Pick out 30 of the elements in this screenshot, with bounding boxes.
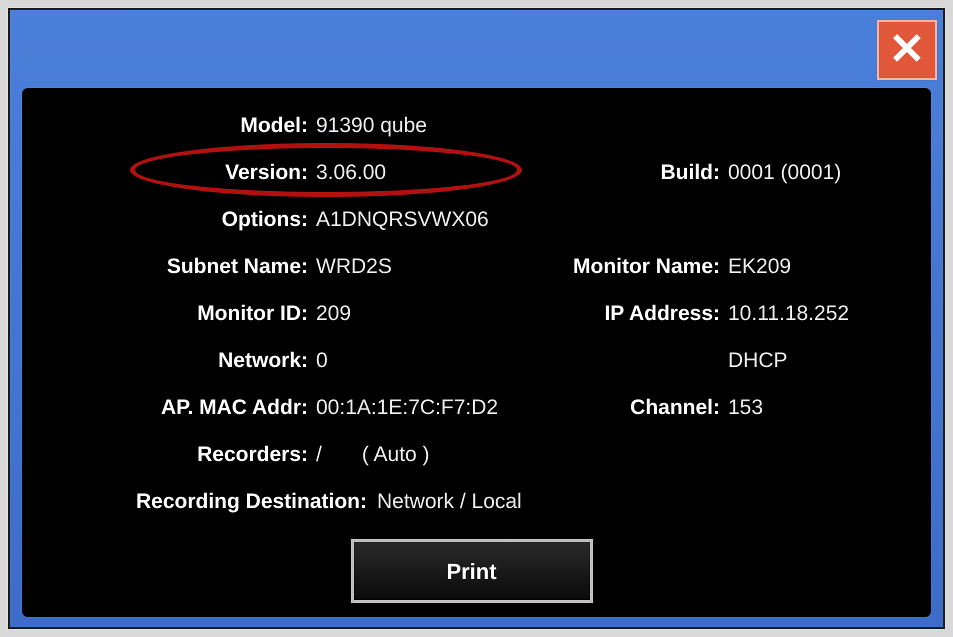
- close-button[interactable]: ✕: [877, 20, 937, 80]
- field-value: WRD2S: [316, 254, 392, 280]
- field-label: Options:: [222, 208, 308, 231]
- field-label: Network:: [218, 348, 308, 372]
- field-label: Subnet Name:: [166, 254, 308, 278]
- field-label: Channel:: [630, 396, 720, 419]
- field-value: 91390 qube: [316, 112, 427, 139]
- field-label: Model:: [240, 114, 308, 137]
- print-button[interactable]: Print: [350, 539, 592, 603]
- field-label: Recording Destination:: [136, 490, 367, 513]
- field-value: 153: [728, 396, 764, 419]
- field-value: A1DNQRSVWX06: [316, 206, 489, 233]
- field-value: DHCP: [728, 348, 788, 372]
- field-value: 3.06.00: [316, 160, 386, 186]
- field-label: Monitor Name:: [573, 254, 720, 278]
- field-value: 00:1A:1E:7C:F7:D2: [316, 394, 498, 421]
- field-value: 209: [316, 300, 352, 327]
- field-value: 10.11.18.252: [728, 302, 850, 325]
- field-value: ( Auto ): [362, 442, 430, 468]
- field-label: Build:: [660, 160, 720, 184]
- field-value: Network / Local: [377, 488, 522, 515]
- field-label: Recorders:: [197, 442, 308, 466]
- field-label: IP Address:: [604, 302, 720, 325]
- field-value: 0: [316, 348, 328, 374]
- field-label: Monitor ID:: [197, 302, 308, 325]
- field-label: Version:: [225, 160, 308, 184]
- field-label: AP. MAC Addr:: [161, 396, 308, 419]
- field-value: /: [316, 442, 322, 468]
- field-value: EK209: [728, 254, 792, 278]
- field-value: 0001 (0001): [728, 160, 842, 184]
